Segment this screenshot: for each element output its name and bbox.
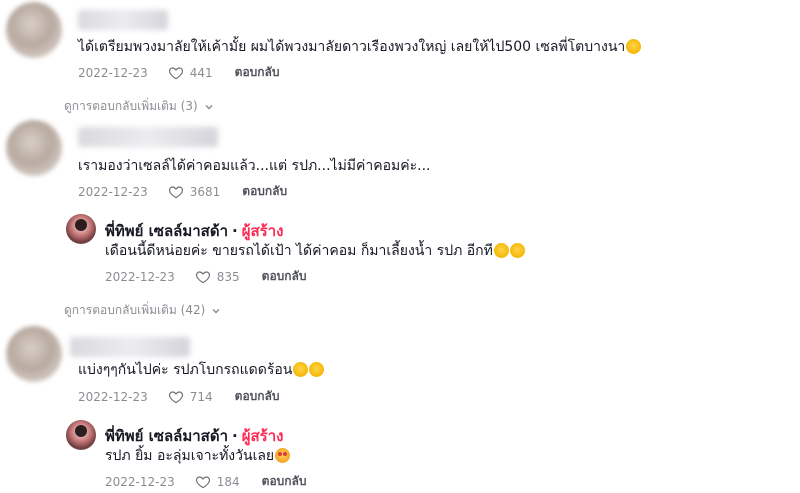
comment-text: แบ่งๆๆกันไปค่ะ รปภโบกรถแดดร้อน <box>78 361 325 379</box>
reply-meta: 2022-12-23 184 ตอบกลับ <box>105 472 307 491</box>
creator-name[interactable]: พี่ทิพย์ เซลล์มาสด้า <box>105 222 228 240</box>
like-count: 184 <box>216 474 240 489</box>
view-more-replies-button[interactable]: ดูการตอบกลับเพิ่มเติม (3) <box>64 97 214 116</box>
creator-avatar[interactable] <box>66 420 96 450</box>
creator-badge: ผู้สร้าง <box>241 427 284 445</box>
username-blurred[interactable] <box>78 127 218 147</box>
heart-icon[interactable] <box>168 184 184 200</box>
comment-meta: 2022-12-23 3681 ตอบกลับ <box>78 182 287 201</box>
comment-text: ได้เตรียมพวงมาลัยให้เค้ามั้ย ผมได้พวงมาล… <box>78 38 642 56</box>
chevron-down-icon <box>212 308 220 313</box>
like-count: 441 <box>189 65 213 80</box>
comment-meta: 2022-12-23 714 ตอบกลับ <box>78 387 280 406</box>
comment-text: เรามองว่าเซลล์ได้ค่าคอมแล้ว...แต่ รปภ...… <box>78 158 431 174</box>
comment-meta: 2022-12-23 441 ตอบกลับ <box>78 63 280 82</box>
reply-date: 2022-12-23 <box>105 269 175 284</box>
reply-button[interactable]: ตอบกลับ <box>235 63 280 82</box>
username-blurred[interactable] <box>70 337 190 357</box>
like-count: 714 <box>189 389 213 404</box>
tears-of-joy-icon <box>493 243 509 258</box>
chevron-down-icon <box>205 104 213 109</box>
reply-button[interactable]: ตอบกลับ <box>262 472 307 491</box>
like-count: 835 <box>216 269 240 284</box>
comment-date: 2022-12-23 <box>78 389 148 404</box>
grinning-face-icon <box>626 39 642 54</box>
heart-icon[interactable] <box>195 474 211 490</box>
heart-icon[interactable] <box>168 65 184 81</box>
reply-button[interactable]: ตอบกลับ <box>262 267 307 286</box>
separator: · <box>232 222 238 240</box>
creator-name-line: พี่ทิพย์ เซลล์มาสด้า · ผู้สร้าง <box>105 424 283 448</box>
heart-icon[interactable] <box>168 389 184 405</box>
reply-text: เดือนนี้ดีหน่อยค่ะ ขายรถได้เป้า ได้ค่าคอ… <box>105 242 525 260</box>
comment-date: 2022-12-23 <box>78 65 148 80</box>
creator-avatar[interactable] <box>66 214 96 244</box>
reply-button[interactable]: ตอบกลับ <box>242 182 287 201</box>
avatar[interactable] <box>6 326 62 382</box>
separator: · <box>232 427 238 445</box>
view-more-replies-button[interactable]: ดูการตอบกลับเพิ่มเติม (42) <box>64 301 221 320</box>
creator-name[interactable]: พี่ทิพย์ เซลล์มาสด้า <box>105 427 228 445</box>
comment-date: 2022-12-23 <box>78 184 148 199</box>
creator-name-line: พี่ทิพย์ เซลล์มาสด้า · ผู้สร้าง <box>105 219 283 243</box>
tears-of-joy-icon <box>509 243 525 258</box>
creator-badge: ผู้สร้าง <box>241 222 284 240</box>
avatar[interactable] <box>6 2 62 58</box>
reply-button[interactable]: ตอบกลับ <box>235 387 280 406</box>
heart-icon[interactable] <box>195 269 211 285</box>
smiling-face-with-hearts-icon <box>275 448 291 463</box>
avatar[interactable] <box>6 120 62 176</box>
like-count: 3681 <box>189 184 221 199</box>
reply-meta: 2022-12-23 835 ตอบกลับ <box>105 267 307 286</box>
username-blurred[interactable] <box>78 10 168 30</box>
reply-date: 2022-12-23 <box>105 474 175 489</box>
grinning-face-icon <box>309 362 325 377</box>
grinning-face-icon <box>293 362 309 377</box>
reply-text: รปภ ยิ้ม อะลุ่มเจาะทั้งวันเลย <box>105 447 291 465</box>
